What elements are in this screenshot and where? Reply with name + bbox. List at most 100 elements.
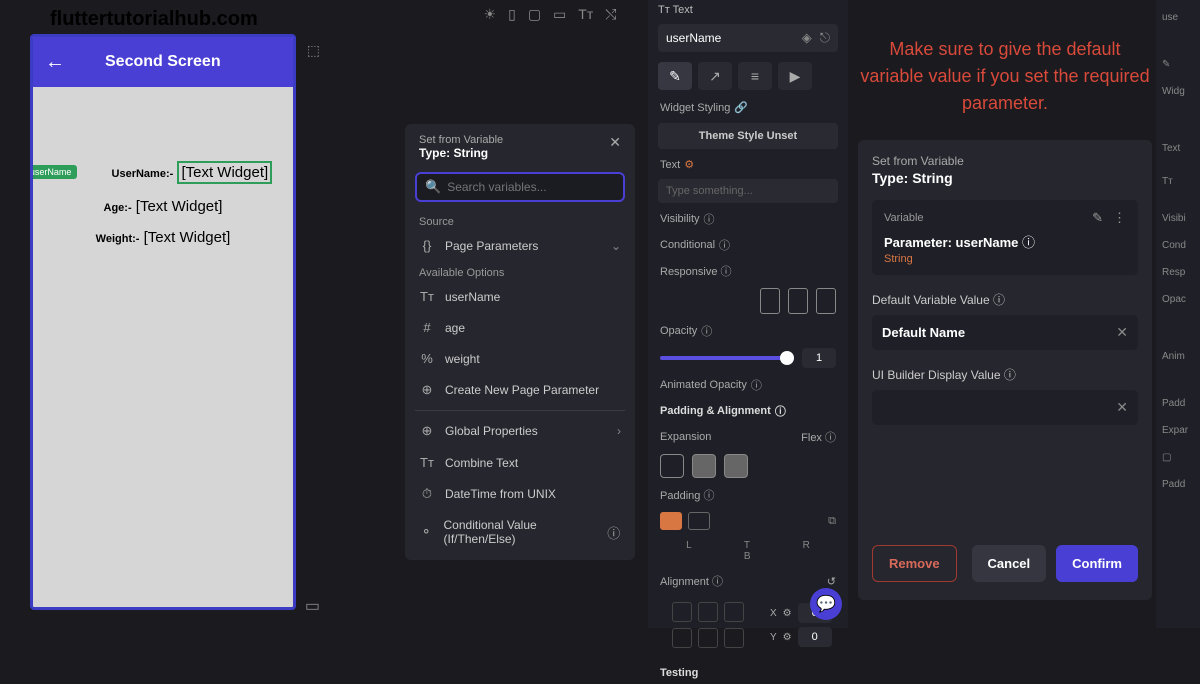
- branch-icon: ⚬: [419, 524, 434, 540]
- cancel-button[interactable]: Cancel: [972, 545, 1047, 582]
- copy-icon[interactable]: ⧉: [828, 515, 836, 528]
- text-type-icon: Tᴛ: [419, 289, 435, 304]
- opacity-slider[interactable]: [660, 356, 794, 360]
- info-icon: ⓘ: [704, 211, 715, 227]
- info-icon: ⓘ: [606, 523, 621, 542]
- back-icon[interactable]: ←: [45, 51, 65, 74]
- search-wrap[interactable]: 🔍: [415, 172, 625, 202]
- info-icon: ⓘ: [701, 323, 712, 339]
- page-parameters-row[interactable]: {} Page Parameters ⌄: [405, 230, 635, 261]
- chevron-down-icon: ⌄: [611, 239, 621, 253]
- responsive-label: Responsive: [660, 266, 717, 278]
- option-create-new[interactable]: ⊕Create New Page Parameter: [405, 374, 635, 406]
- alignment-grid[interactable]: [660, 598, 756, 652]
- link-icon[interactable]: 🔗: [734, 101, 748, 114]
- search-input[interactable]: [447, 180, 615, 194]
- align-ml[interactable]: [672, 628, 692, 648]
- search-icon: 🔍: [425, 179, 441, 195]
- tablet-icon[interactable]: ▢: [528, 6, 541, 23]
- align-tl[interactable]: [672, 602, 692, 622]
- option-age[interactable]: #age: [405, 312, 635, 343]
- selection-tag: userName: [30, 165, 77, 179]
- field-row-username: userName UserName:- [Text Widget]: [53, 161, 273, 184]
- reset-icon[interactable]: ↺: [827, 575, 836, 588]
- align-mr[interactable]: [724, 628, 744, 648]
- ui-display-input[interactable]: [882, 400, 1116, 415]
- x-label: X: [770, 608, 777, 619]
- text-widget[interactable]: [Text Widget]: [136, 198, 223, 215]
- row-label: Conditional Value (If/Then/Else): [444, 518, 597, 546]
- var-badge-icon[interactable]: ⚙: [684, 158, 694, 171]
- option-weight[interactable]: %weight: [405, 343, 635, 374]
- popup-subtitle: Set from Variable: [872, 154, 1138, 168]
- datetime-unix-row[interactable]: ⏱DateTime from UNIX: [405, 478, 635, 510]
- slider-thumb[interactable]: [780, 351, 794, 365]
- default-value-input[interactable]: [882, 325, 1116, 340]
- remove-button[interactable]: Remove: [872, 545, 957, 582]
- conditional-value-row[interactable]: ⚬ Conditional Value (If/Then/Else) ⓘ: [405, 510, 635, 554]
- appbar-title: Second Screen: [105, 53, 221, 71]
- widget-name-input-wrap[interactable]: ◈⎋: [658, 24, 838, 52]
- align-tr[interactable]: [724, 602, 744, 622]
- watermark: fluttertutorialhub.com: [50, 8, 258, 31]
- source-header: Source: [405, 210, 635, 230]
- confirm-button[interactable]: Confirm: [1056, 545, 1138, 582]
- field-row-age: Age:- [Text Widget]: [53, 198, 273, 215]
- device-toolbar: ☀ ▯ ▢ ▭ Tᴛ ⤭: [460, 0, 640, 29]
- diamond-icon[interactable]: ◈: [802, 30, 812, 46]
- text-content-input[interactable]: Type something...: [658, 179, 838, 203]
- desktop-icon[interactable]: ▭: [553, 6, 566, 23]
- info-icon: ⓘ: [1022, 235, 1035, 250]
- default-value-input-wrap[interactable]: ✕: [872, 315, 1138, 350]
- tab-layout[interactable]: ≡: [738, 62, 772, 90]
- text-widget-selected[interactable]: [Text Widget]: [177, 161, 272, 184]
- global-properties-row[interactable]: ⊕Global Properties›: [405, 415, 635, 447]
- tab-style[interactable]: ✎: [658, 62, 692, 90]
- text-widget[interactable]: [Text Widget]: [144, 229, 231, 246]
- responsive-tablet-toggle[interactable]: [788, 288, 808, 314]
- responsive-phone-toggle[interactable]: [760, 288, 780, 314]
- combine-text-row[interactable]: TᴛCombine Text: [405, 447, 635, 478]
- ui-display-input-wrap[interactable]: ✕: [872, 390, 1138, 425]
- branch-icon[interactable]: ⤭: [605, 6, 616, 23]
- responsive-desktop-toggle[interactable]: [816, 288, 836, 314]
- expansion-option-1[interactable]: [660, 454, 684, 478]
- option-label: weight: [445, 352, 480, 366]
- animated-opacity-label: Animated Opacityⓘ: [648, 372, 848, 398]
- more-icon[interactable]: ⋮: [1113, 210, 1126, 226]
- widget-breadcrumb: Tᴛ Text: [648, 0, 848, 20]
- align-mc[interactable]: [698, 628, 718, 648]
- edit-icon[interactable]: ✎: [1092, 210, 1103, 226]
- text-icon[interactable]: Tᴛ: [578, 6, 593, 23]
- tab-play[interactable]: ▶: [778, 62, 812, 90]
- expansion-row: Expansion Flex ⓘ: [648, 424, 848, 450]
- widget-name-input[interactable]: [666, 31, 766, 45]
- y-value[interactable]: 0: [798, 627, 832, 647]
- opacity-value[interactable]: 1: [802, 348, 836, 368]
- testing-header: Testing: [648, 662, 848, 684]
- help-chat-button[interactable]: 💬: [810, 588, 842, 620]
- conditional-label: Conditionalⓘ: [648, 232, 848, 258]
- alignment-label: Alignment: [660, 576, 709, 588]
- expansion-option-3[interactable]: [724, 454, 748, 478]
- variable-label: Variable: [884, 212, 924, 224]
- align-tc[interactable]: [698, 602, 718, 622]
- clear-icon[interactable]: ✕: [1116, 399, 1128, 416]
- option-username[interactable]: TᴛuserName: [405, 281, 635, 312]
- responsive-row: Responsive ⓘ: [648, 258, 848, 284]
- link-icon[interactable]: ⬚: [307, 42, 320, 59]
- padding-mode-individual[interactable]: [688, 512, 710, 530]
- clear-icon[interactable]: ✕: [1116, 324, 1128, 341]
- var-icon[interactable]: ⚙: [783, 632, 792, 643]
- tab-actions[interactable]: ↗: [698, 62, 732, 90]
- sun-icon[interactable]: ☀: [484, 6, 497, 23]
- phone-frame: ← Second Screen userName UserName:- [Tex…: [30, 34, 296, 610]
- theme-style-button[interactable]: Theme Style Unset: [658, 123, 838, 149]
- close-icon[interactable]: ✕: [609, 134, 621, 160]
- phone-icon[interactable]: ▯: [508, 6, 516, 23]
- monitor-icon[interactable]: ▭: [305, 596, 320, 616]
- expansion-option-2[interactable]: [692, 454, 716, 478]
- export-icon[interactable]: ⎋: [820, 30, 830, 46]
- var-icon[interactable]: ⚙: [783, 608, 792, 619]
- padding-mode-all[interactable]: [660, 512, 682, 530]
